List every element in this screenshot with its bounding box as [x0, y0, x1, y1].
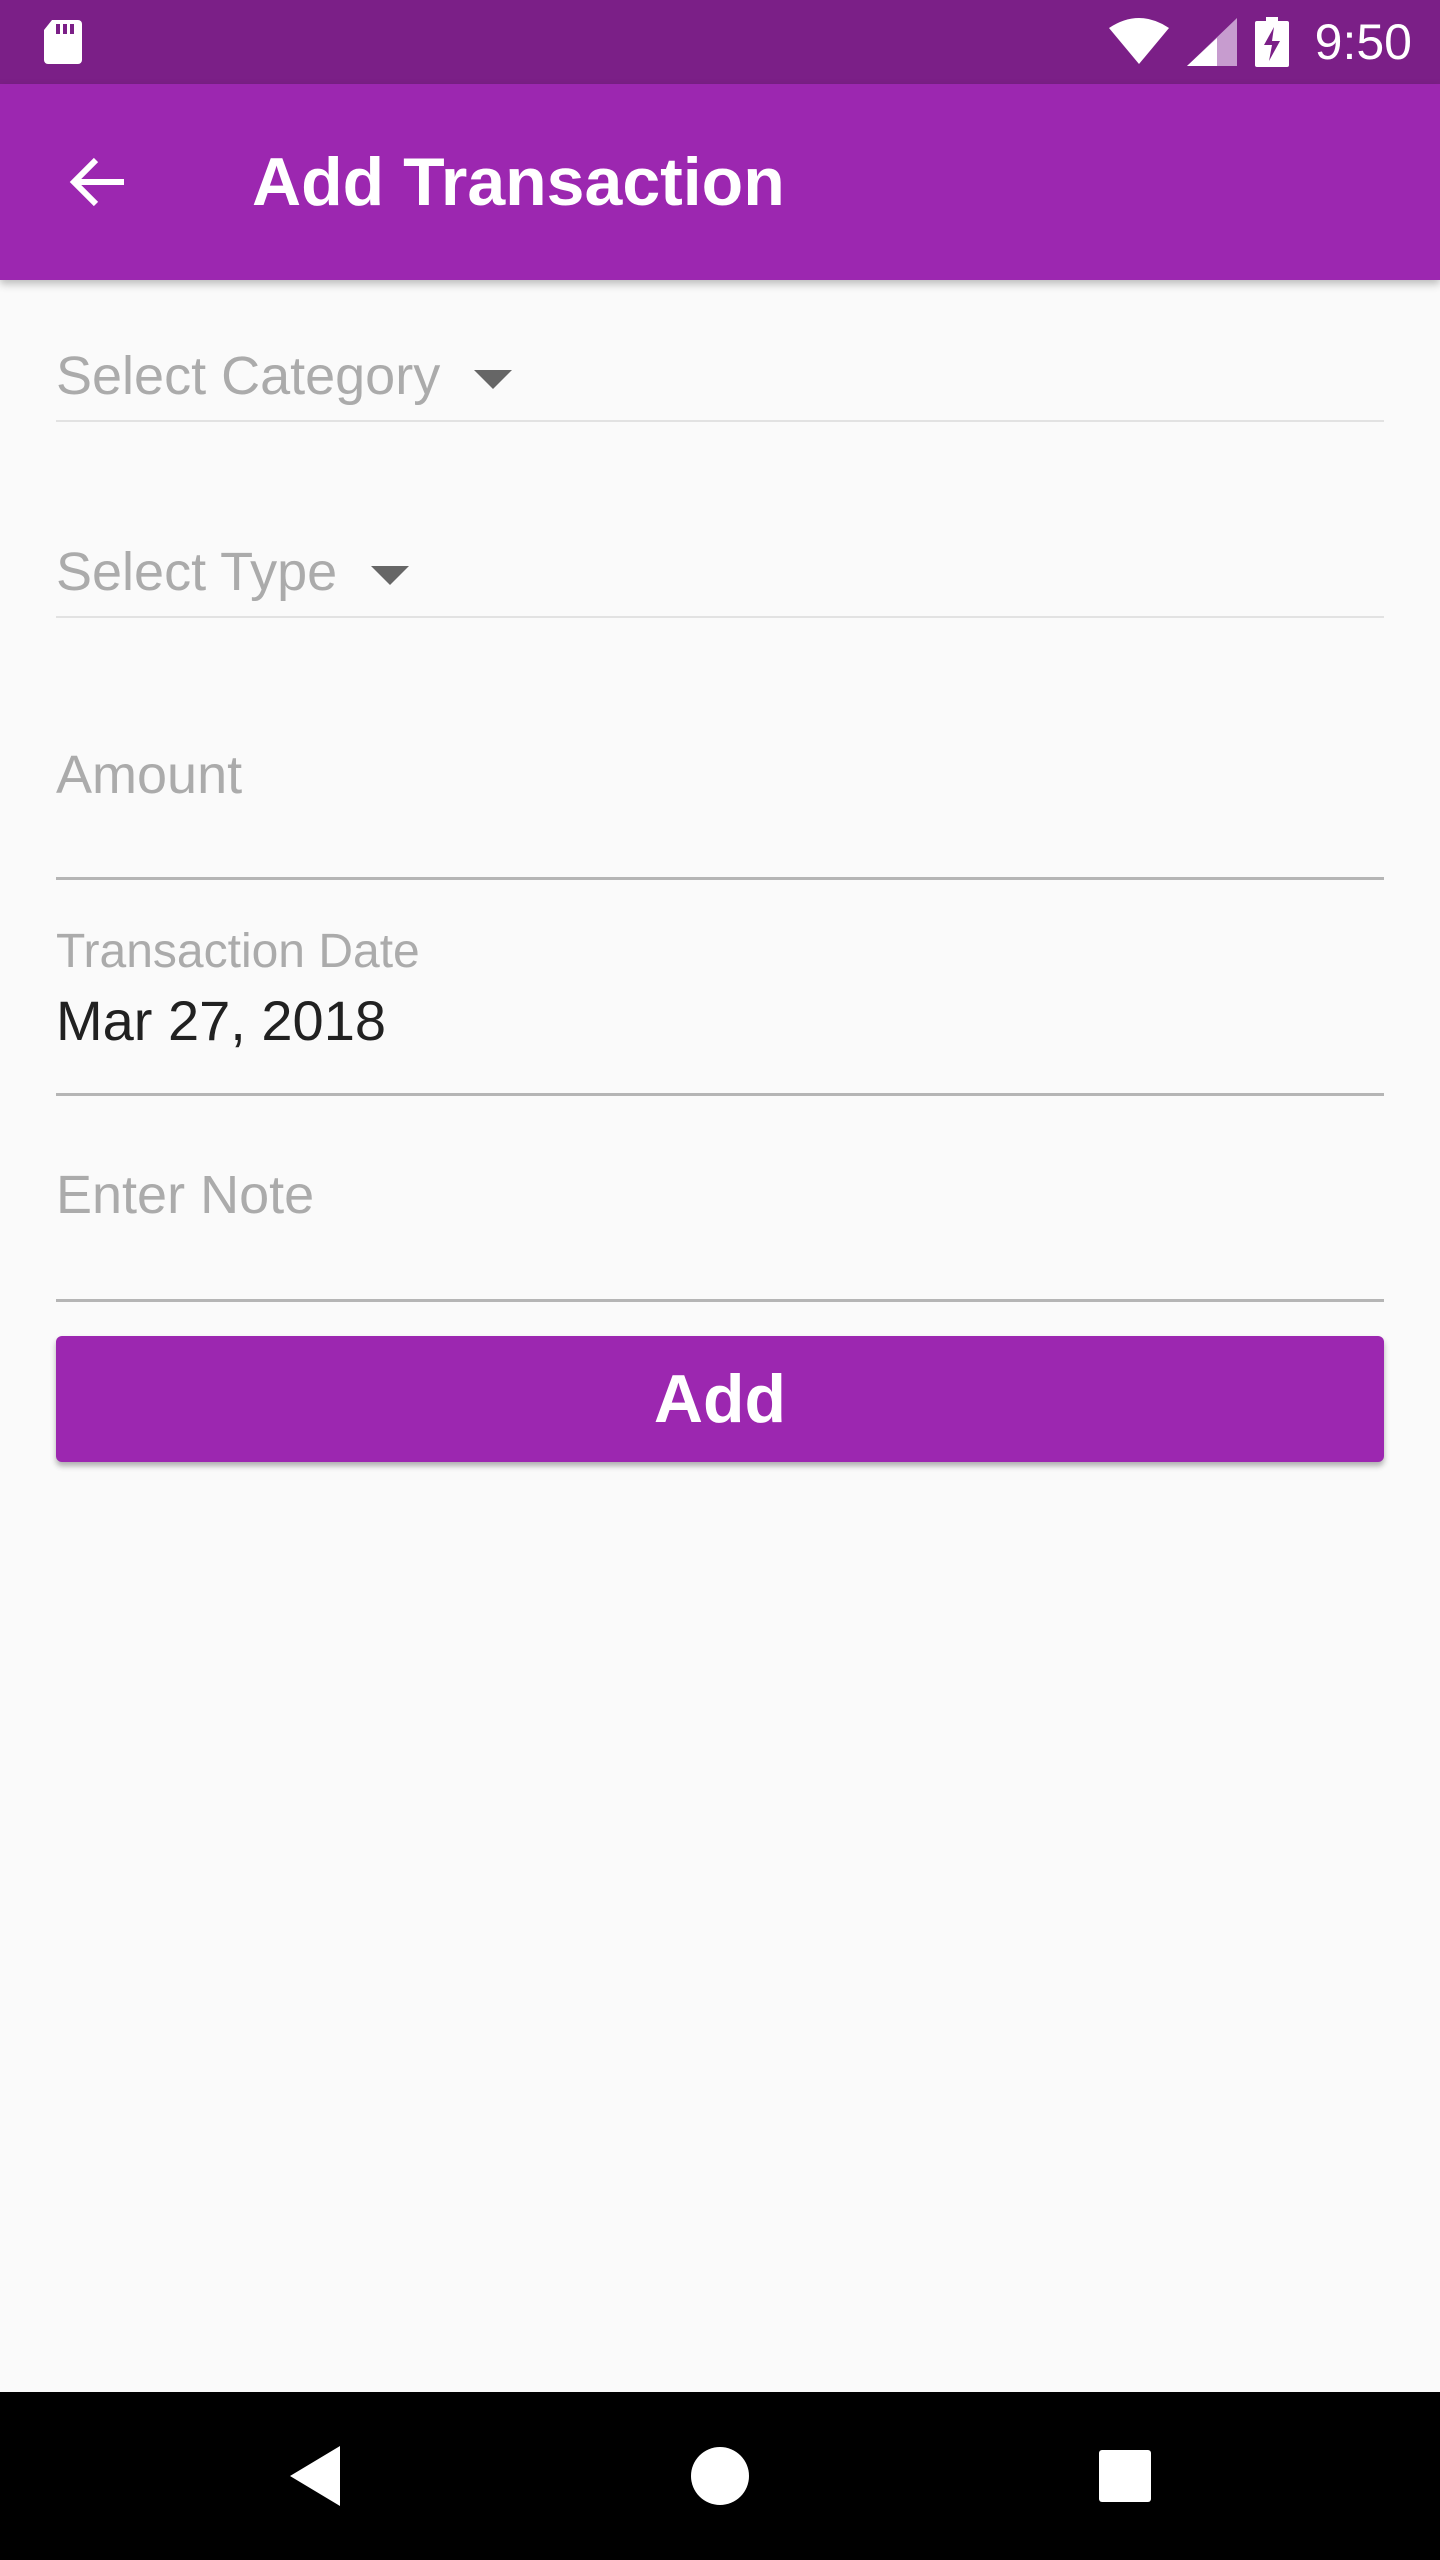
- note-placeholder: Enter Note: [56, 1165, 315, 1225]
- app-bar: Add Transaction: [0, 84, 1440, 280]
- category-dropdown[interactable]: Select Category: [56, 332, 1384, 422]
- nav-recents-icon: [1099, 2450, 1151, 2502]
- nav-home-button[interactable]: [670, 2426, 770, 2526]
- transaction-date-label: Transaction Date: [56, 925, 420, 978]
- dropdown-caret-icon: [474, 369, 513, 389]
- amount-input[interactable]: Amount: [56, 720, 1384, 880]
- sd-card-icon: [44, 20, 82, 64]
- status-icons: 9:50: [1108, 0, 1412, 84]
- status-bar: 9:50: [0, 0, 1440, 84]
- wifi-icon: [1108, 18, 1169, 64]
- transaction-date-value: Mar 27, 2018: [56, 989, 386, 1052]
- navigation-bar: [0, 2392, 1440, 2560]
- battery-charging-icon: [1254, 17, 1289, 67]
- note-input[interactable]: Enter Note: [56, 1140, 1384, 1302]
- nav-back-icon: [290, 2446, 340, 2506]
- type-dropdown[interactable]: Select Type: [56, 528, 1384, 618]
- add-button[interactable]: Add: [56, 1336, 1384, 1462]
- nav-home-icon: [691, 2447, 749, 2505]
- back-button[interactable]: [48, 132, 148, 232]
- arrow-left-icon: [69, 157, 124, 207]
- status-time: 9:50: [1314, 14, 1412, 70]
- amount-placeholder: Amount: [56, 745, 243, 805]
- type-placeholder: Select Type: [56, 542, 338, 602]
- nav-recents-button[interactable]: [1075, 2426, 1175, 2526]
- dropdown-caret-icon: [371, 565, 410, 585]
- category-placeholder: Select Category: [56, 346, 441, 406]
- signal-icon: [1186, 18, 1237, 66]
- transaction-date-field[interactable]: Transaction Date Mar 27, 2018: [56, 920, 1384, 1096]
- page-title: Add Transaction: [252, 144, 785, 220]
- nav-back-button[interactable]: [265, 2426, 365, 2526]
